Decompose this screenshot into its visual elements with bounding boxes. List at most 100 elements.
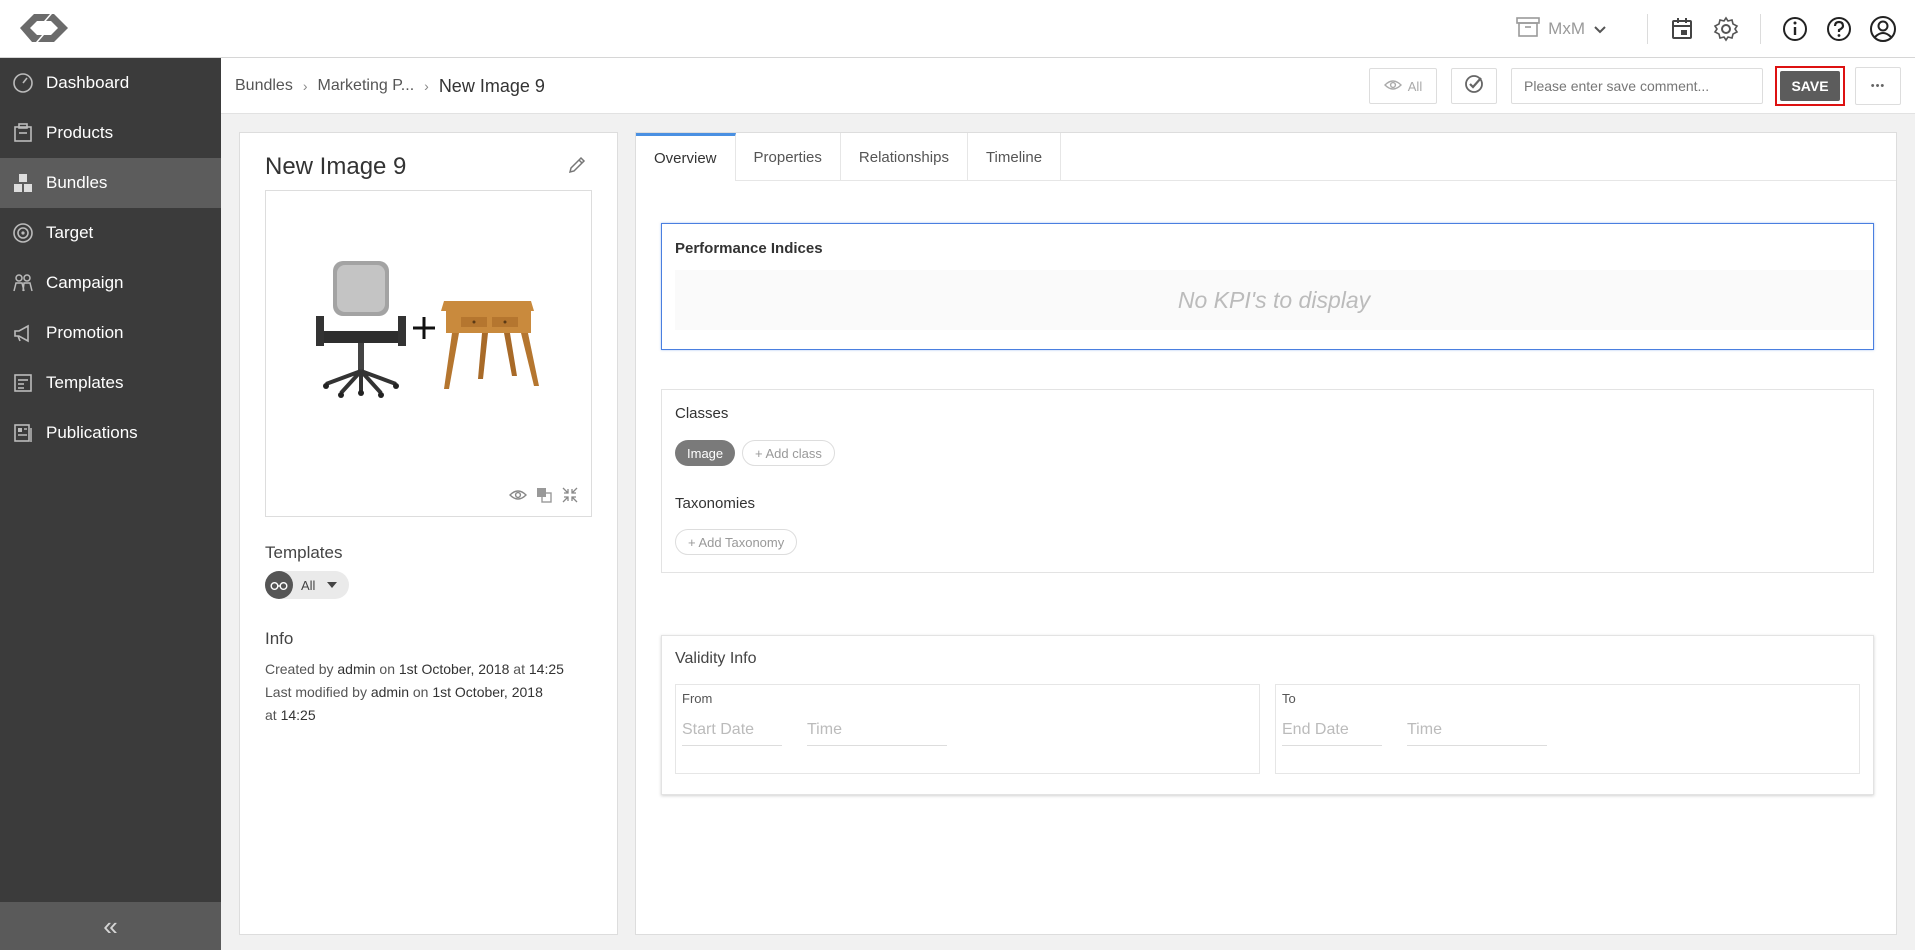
sidebar-item-promotion[interactable]: Promotion <box>0 308 221 358</box>
gauge-icon <box>10 70 36 96</box>
sidebar-item-bundles[interactable]: Bundles <box>0 158 221 208</box>
workspace-select[interactable]: MxM <box>1516 16 1607 43</box>
from-date-group: From Start Date Time <box>675 684 1260 774</box>
modified-time: 14:25 <box>280 707 316 723</box>
double-chevron-left-icon: « <box>103 910 118 941</box>
help-icon[interactable] <box>1825 15 1853 43</box>
info-label: Info <box>265 629 294 648</box>
tab-timeline[interactable]: Timeline <box>968 133 1062 181</box>
sidebar-item-label: Products <box>46 123 114 142</box>
logo-icon[interactable] <box>20 10 68 46</box>
performance-indices-title: Performance Indices <box>675 240 823 257</box>
modified-at: at <box>265 707 277 723</box>
taxonomies-title: Taxonomies <box>675 495 756 512</box>
megaphone-icon <box>10 320 36 346</box>
template-selector[interactable]: All <box>265 571 349 599</box>
item-summary-panel: New Image 9 Templates All Info Created b… <box>239 132 618 935</box>
modified-prefix: Last modified by <box>265 684 367 700</box>
tab-overview[interactable]: Overview <box>636 133 736 181</box>
info-icon[interactable] <box>1781 15 1809 43</box>
sidebar-item-dashboard[interactable]: Dashboard <box>0 58 221 108</box>
eye-icon[interactable] <box>509 486 527 504</box>
validity-info-card: Validity Info From Start Date Time To En… <box>661 635 1874 795</box>
save-comment-input[interactable] <box>1511 68 1763 104</box>
created-date: 1st October, 2018 <box>398 661 510 677</box>
class-chip-image[interactable]: Image <box>675 440 736 466</box>
sidebar-item-label: Dashboard <box>46 73 130 92</box>
sidebar-item-label: Publications <box>46 423 138 442</box>
workspace-label: MxM <box>1548 19 1585 38</box>
divider <box>1647 14 1648 44</box>
gear-icon[interactable] <box>1712 15 1740 43</box>
created-time: 14:25 <box>528 661 564 677</box>
sidebar-item-target[interactable]: Target <box>0 208 221 258</box>
sidebar-item-label: Target <box>46 223 94 242</box>
created-user: admin <box>337 661 376 677</box>
box-icon <box>10 120 36 146</box>
end-date-field[interactable]: End Date <box>1282 721 1382 746</box>
tab-bar: Overview Properties Relationships Timeli… <box>636 133 1896 181</box>
info-details: Created by admin on 1st October, 2018 at… <box>265 658 595 727</box>
created-line: Created by admin on 1st October, 2018 at… <box>265 658 595 681</box>
cubes-icon <box>10 170 36 196</box>
sidebar-item-publications[interactable]: Publications <box>0 408 221 458</box>
to-label: To <box>1282 691 1296 706</box>
collapse-sidebar-button[interactable]: « <box>0 902 221 950</box>
kpi-empty-message: No KPI's to display <box>675 270 1873 330</box>
user-icon[interactable] <box>1869 15 1897 43</box>
created-on: on <box>379 661 395 677</box>
caret-down-icon <box>327 582 338 588</box>
more-options-button[interactable]: ••• <box>1855 67 1901 105</box>
performance-indices-card: Performance Indices No KPI's to display <box>661 223 1874 350</box>
templates-label: Templates <box>265 543 343 562</box>
ellipsis-icon: ••• <box>1870 80 1886 92</box>
people-icon <box>10 270 36 296</box>
classes-card: Classes Image + Add class Taxonomies + A… <box>661 389 1874 573</box>
breadcrumb-item-marketing[interactable]: Marketing P... <box>318 77 415 95</box>
archive-icon <box>1516 16 1540 43</box>
sidebar-item-campaign[interactable]: Campaign <box>0 258 221 308</box>
from-time-field[interactable]: Time <box>807 721 947 746</box>
visibility-button[interactable]: All <box>1369 68 1437 104</box>
to-date-group: To End Date Time <box>1275 684 1860 774</box>
modified-user: admin <box>370 684 409 700</box>
add-class-button[interactable]: + Add class <box>742 440 835 466</box>
replace-image-icon[interactable] <box>535 486 553 504</box>
classes-title: Classes <box>675 405 729 422</box>
created-at: at <box>513 661 525 677</box>
sidebar-item-label: Campaign <box>46 273 124 292</box>
save-button[interactable]: SAVE <box>1780 71 1840 101</box>
check-circle-icon <box>1463 73 1485 99</box>
target-icon <box>10 220 36 246</box>
breadcrumb-current: New Image 9 <box>438 75 545 96</box>
to-time-field[interactable]: Time <box>1407 721 1547 746</box>
modified-on: on <box>412 684 429 700</box>
top-bar: MxM <box>0 0 1915 58</box>
sub-header: Bundles › Marketing P... › New Image 9 A… <box>221 58 1915 114</box>
sidebar-item-products[interactable]: Products <box>0 108 221 158</box>
publications-icon <box>10 420 36 446</box>
visibility-label: All <box>1407 78 1423 94</box>
product-bundle-image <box>316 261 539 398</box>
tab-properties[interactable]: Properties <box>736 133 841 181</box>
breadcrumb: Bundles › Marketing P... › New Image 9 <box>235 58 545 114</box>
item-title: New Image 9 <box>265 153 407 180</box>
image-preview <box>265 190 592 517</box>
add-taxonomy-button[interactable]: + Add Taxonomy <box>675 529 798 555</box>
validity-info-title: Validity Info <box>675 650 757 667</box>
breadcrumb-separator: › <box>424 78 429 94</box>
compress-icon[interactable] <box>561 486 579 504</box>
chevron-down-icon <box>1593 22 1607 36</box>
start-date-field[interactable]: Start Date <box>682 721 782 746</box>
sidebar-item-templates[interactable]: Templates <box>0 358 221 408</box>
divider <box>1760 14 1761 44</box>
breadcrumb-separator: › <box>302 78 308 94</box>
pencil-icon[interactable] <box>567 155 587 175</box>
calendar-icon[interactable] <box>1668 15 1696 43</box>
validate-button[interactable] <box>1451 68 1497 104</box>
modified-line: Last modified by admin on 1st October, 2… <box>265 681 545 727</box>
created-prefix: Created by <box>265 661 334 677</box>
image-actions <box>509 486 579 504</box>
breadcrumb-item-bundles[interactable]: Bundles <box>235 77 293 95</box>
tab-relationships[interactable]: Relationships <box>841 133 968 181</box>
